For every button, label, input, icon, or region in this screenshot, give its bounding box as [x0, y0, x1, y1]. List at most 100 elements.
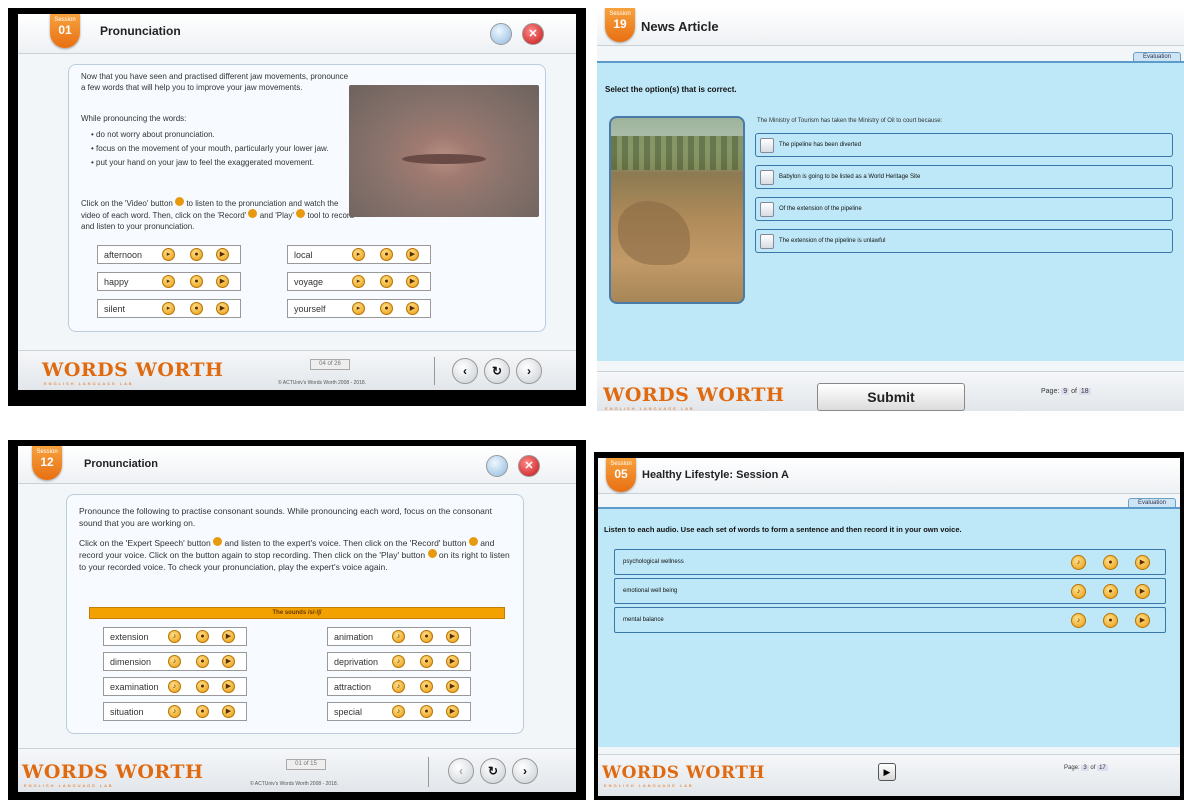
bullet-item: • put your hand on your jaw to feel the … [91, 158, 314, 167]
word-row: silent ▸ ● ▶ [97, 299, 241, 318]
record-icon [248, 209, 258, 218]
close-button[interactable]: ✕ [518, 455, 540, 477]
footer: WORDS WORTH ENGLISH LANGUAGE LAB 04 of 2… [18, 350, 576, 390]
expert-speech-icon[interactable]: ♪ [392, 630, 405, 643]
option-2[interactable]: Babylon is going to be listed as a World… [755, 165, 1173, 189]
record-icon[interactable]: ● [380, 302, 393, 315]
divider [428, 757, 429, 787]
play-icon[interactable]: ▶ [216, 302, 229, 315]
play-icon[interactable]: ▶ [406, 302, 419, 315]
bullet-list: • do not worry about pronunciation. • fo… [91, 129, 353, 168]
words-worth-logo: WORDS WORTH [22, 761, 204, 783]
submit-button[interactable]: Submit [817, 383, 965, 411]
checkbox[interactable] [760, 202, 774, 217]
session-badge: Session 19 [605, 8, 635, 42]
header: Session 19 News Article [597, 8, 1184, 46]
word-row: yourself ▸ ● ▶ [287, 299, 431, 318]
expert-speech-icon[interactable]: ♪ [168, 655, 181, 668]
quiz-area: Select the option(s) that is correct. Th… [597, 61, 1184, 361]
play-icon[interactable]: ▶ [222, 705, 235, 718]
word-row: examination ♪ ● ▶ [103, 677, 247, 696]
option-3[interactable]: Of the extension of the pipeline [755, 197, 1173, 221]
record-icon[interactable]: ● [420, 630, 433, 643]
option-4[interactable]: The extension of the pipeline is unlawfu… [755, 229, 1173, 253]
record-icon[interactable]: ● [1103, 584, 1118, 599]
word-row: special ♪ ● ▶ [327, 702, 471, 721]
expert-speech-icon[interactable]: ♪ [392, 680, 405, 693]
checkbox[interactable] [760, 234, 774, 249]
session-number: 01 [58, 23, 72, 37]
play-icon[interactable]: ▶ [216, 275, 229, 288]
close-button[interactable]: ✕ [522, 23, 544, 45]
play-icon[interactable]: ▶ [222, 680, 235, 693]
record-icon[interactable]: ● [190, 302, 203, 315]
expert-speech-icon[interactable] [486, 455, 508, 477]
expert-speech-icon[interactable]: ♪ [168, 705, 181, 718]
video-icon[interactable]: ▸ [352, 248, 365, 261]
audio-row: emotional well being ♪ ● ▶ [614, 578, 1166, 604]
play-icon[interactable]: ▶ [222, 630, 235, 643]
play-button[interactable]: ▶ [878, 763, 896, 781]
play-icon[interactable]: ▶ [406, 275, 419, 288]
record-icon[interactable]: ● [380, 275, 393, 288]
bullet-item: • do not worry about pronunciation. [91, 130, 215, 139]
play-icon[interactable]: ▶ [406, 248, 419, 261]
content-panel: Now that you have seen and practised dif… [68, 64, 546, 332]
record-icon[interactable]: ● [196, 705, 209, 718]
play-icon[interactable]: ▶ [446, 630, 459, 643]
record-icon[interactable]: ● [196, 655, 209, 668]
refresh-button[interactable]: ↻ [484, 358, 510, 384]
play-icon[interactable]: ▶ [446, 680, 459, 693]
expert-speech-icon[interactable]: ♪ [392, 655, 405, 668]
next-button[interactable]: › [512, 758, 538, 784]
video-icon[interactable]: ▸ [162, 302, 175, 315]
mouth-video[interactable] [349, 85, 539, 217]
previous-button[interactable]: ‹ [452, 358, 478, 384]
header: Session 05 Healthy Lifestyle: Session A [598, 458, 1180, 494]
video-icon[interactable]: ▸ [162, 275, 175, 288]
checkbox[interactable] [760, 138, 774, 153]
word-row: afternoon ▸ ● ▶ [97, 245, 241, 264]
expert-speech-icon[interactable]: ♪ [1071, 613, 1086, 628]
play-icon[interactable]: ▶ [1135, 584, 1150, 599]
play-icon[interactable]: ▶ [446, 655, 459, 668]
screenshot-session-19: Session 19 News Article Evaluation Selec… [597, 8, 1184, 411]
record-icon[interactable]: ● [380, 248, 393, 261]
record-icon[interactable]: ● [1103, 555, 1118, 570]
play-icon [427, 549, 437, 558]
expert-speech-icon[interactable]: ♪ [1071, 584, 1086, 599]
expert-speech-icon[interactable]: ♪ [168, 680, 181, 693]
expert-speech-icon[interactable] [490, 23, 512, 45]
record-icon[interactable]: ● [1103, 613, 1118, 628]
record-icon[interactable]: ● [420, 680, 433, 693]
record-icon[interactable]: ● [420, 655, 433, 668]
expert-speech-icon[interactable]: ♪ [168, 630, 181, 643]
checkbox[interactable] [760, 170, 774, 185]
record-icon[interactable]: ● [196, 630, 209, 643]
record-icon[interactable]: ● [190, 275, 203, 288]
option-1[interactable]: The pipeline has been diverted [755, 133, 1173, 157]
expert-speech-icon[interactable]: ♪ [1071, 555, 1086, 570]
refresh-button[interactable]: ↻ [480, 758, 506, 784]
record-icon[interactable]: ● [190, 248, 203, 261]
play-icon[interactable]: ▶ [222, 655, 235, 668]
previous-button[interactable]: ‹ [448, 758, 474, 784]
words-worth-logo: WORDS WORTH [42, 359, 224, 381]
screenshot-session-05: Session 05 Healthy Lifestyle: Session A … [594, 452, 1184, 800]
record-icon[interactable]: ● [196, 680, 209, 693]
play-icon[interactable]: ▶ [446, 705, 459, 718]
next-button[interactable]: › [516, 358, 542, 384]
play-icon[interactable]: ▶ [1135, 555, 1150, 570]
video-icon[interactable]: ▸ [162, 248, 175, 261]
play-icon[interactable]: ▶ [216, 248, 229, 261]
session-number: 12 [40, 455, 54, 469]
expert-speech-icon[interactable]: ♪ [392, 705, 405, 718]
session-badge: Session 05 [606, 458, 636, 492]
play-icon[interactable]: ▶ [1135, 613, 1150, 628]
video-icon[interactable]: ▸ [352, 302, 365, 315]
video-icon[interactable]: ▸ [352, 275, 365, 288]
app-window-session-12: Session 12 Pronunciation ✕ Pronounce the… [18, 446, 576, 792]
instruction-text: Click on the 'Video' button to listen to… [81, 197, 355, 231]
record-icon[interactable]: ● [420, 705, 433, 718]
word-row: voyage ▸ ● ▶ [287, 272, 431, 291]
